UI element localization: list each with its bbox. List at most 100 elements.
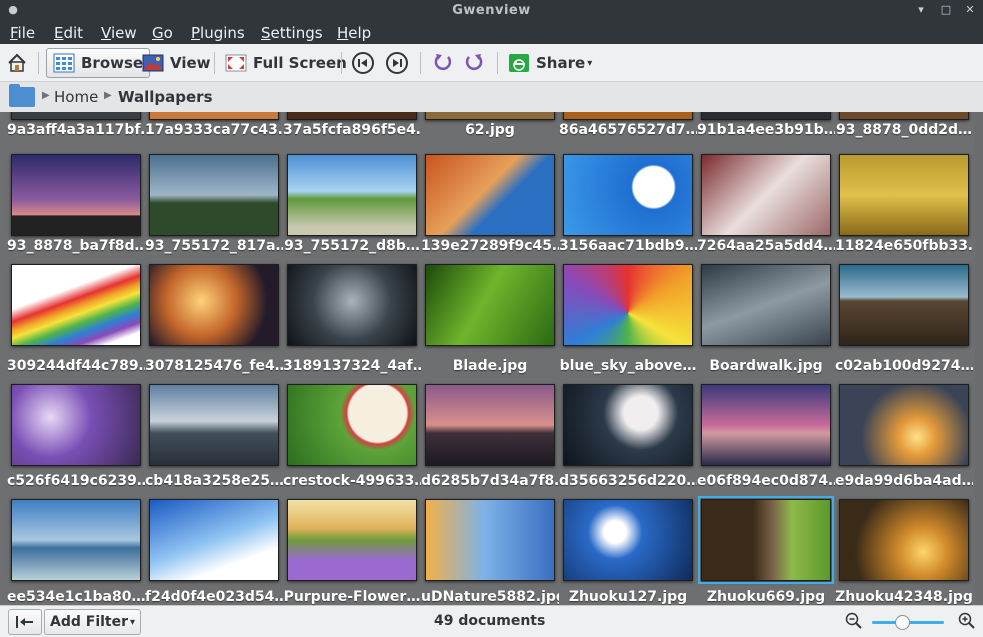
menu-go[interactable]: Go [152, 24, 173, 42]
thumbnail-caption[interactable]: blue_sky_above… [559, 358, 697, 376]
next-button[interactable] [386, 52, 408, 74]
thumbnail-caption[interactable]: cb418a3258e25… [145, 473, 283, 491]
maximize-icon[interactable]: □ [939, 3, 953, 17]
browse-label: Browse [81, 54, 144, 72]
thumbnail-image[interactable] [701, 384, 831, 466]
thumbnail-caption: 9a3aff4a3a117bf… [7, 122, 145, 138]
thumbnail-image[interactable] [11, 264, 141, 346]
breadcrumb-home[interactable]: Home [54, 88, 98, 106]
thumbnail-image[interactable] [11, 499, 141, 581]
thumbnail-caption[interactable]: 93_755172_817a… [145, 238, 283, 256]
thumbnail-caption: 91b1a4ee3b91b… [697, 122, 835, 138]
thumbnail-image[interactable] [698, 496, 834, 584]
zoom-slider-handle[interactable] [895, 615, 910, 630]
thumbnail-image[interactable] [425, 384, 555, 466]
share-button[interactable]: Share ▾ [508, 48, 592, 78]
thumbnail-caption[interactable]: 93_755172_d8b… [283, 238, 421, 256]
places-folder-icon[interactable] [9, 84, 35, 107]
thumbnail-image[interactable] [425, 264, 555, 346]
zoom-out-icon[interactable] [845, 612, 863, 630]
add-filter-button[interactable]: Add Filter ▾ [44, 609, 142, 635]
menu-edit[interactable]: Edit [54, 24, 83, 42]
browse-button[interactable]: Browse [46, 48, 151, 78]
thumbnail-caption[interactable]: c526f6419c6239… [7, 473, 145, 491]
thumbnail-image[interactable] [287, 154, 417, 236]
thumbnail-grid[interactable]: 9a3aff4a3a117bf… 17a9333ca77c43… 37a5fcfa8… [0, 112, 983, 605]
thumbnail-caption[interactable]: Zhuoku669.jpg [697, 589, 835, 605]
thumbnail-image[interactable] [149, 112, 279, 120]
thumbnail-caption[interactable]: Zhuoku127.jpg [559, 589, 697, 605]
view-button[interactable]: View [142, 48, 211, 78]
zoom-in-icon[interactable] [958, 612, 976, 630]
thumbnail-caption[interactable]: e06f894ec0d874… [697, 473, 835, 491]
thumbnail-caption[interactable]: uDNature5882.jpg [421, 589, 559, 605]
thumbnail-image[interactable] [839, 154, 969, 236]
thumbnail-image[interactable] [701, 264, 831, 346]
thumbnail-caption[interactable]: f24d0f4e023d54… [145, 589, 283, 605]
view-label: View [170, 54, 211, 72]
thumbnail-caption[interactable]: 309244df44c789… [7, 358, 145, 376]
thumbnail-caption[interactable]: 93_8878_ba7f8d… [7, 238, 145, 256]
thumbnail-image[interactable] [701, 154, 831, 236]
previous-button[interactable] [352, 52, 374, 74]
home-button[interactable] [6, 48, 28, 78]
rotate-right-icon [465, 54, 483, 71]
thumbnail-caption[interactable]: c02ab100d9274… [835, 358, 973, 376]
thumbnail-image[interactable] [701, 112, 831, 120]
thumbnail-image[interactable] [563, 264, 693, 346]
thumbnail-image[interactable] [149, 499, 279, 581]
thumbnail-caption[interactable]: crestock-499633… [283, 473, 421, 491]
thumbnail-image[interactable] [287, 112, 417, 120]
thumbnail-image[interactable] [425, 154, 555, 236]
thumbnail-caption[interactable]: 11824e650fbb33… [835, 238, 973, 256]
thumbnail-caption[interactable]: d35663256d220… [559, 473, 697, 491]
menu-bar: File Edit View Go Plugins Settings Help [0, 22, 983, 44]
menu-file[interactable]: File [10, 24, 35, 42]
rotate-left-button[interactable] [432, 48, 454, 78]
thumbnail-image[interactable] [149, 154, 279, 236]
thumbnail-caption[interactable]: 139e27289f9c45… [421, 238, 559, 256]
thumbnail-image[interactable] [149, 264, 279, 346]
thumbnail-caption[interactable]: Boardwalk.jpg [697, 358, 835, 376]
thumbnail-image[interactable] [287, 499, 417, 581]
menu-view[interactable]: View [101, 24, 137, 42]
thumbnail-caption[interactable]: d6285b7d34a7f8… [421, 473, 559, 491]
thumbnail-image[interactable] [839, 264, 969, 346]
thumbnail-caption[interactable]: ee534e1c1ba80… [7, 589, 145, 605]
thumbnail-image[interactable] [839, 384, 969, 466]
thumbnail-caption[interactable]: Blade.jpg [421, 358, 559, 376]
thumbnail-caption[interactable]: 3078125476_fe4… [145, 358, 283, 376]
fullscreen-button[interactable]: Full Screen [225, 48, 347, 78]
minimize-icon[interactable]: ▾ [914, 3, 928, 17]
menu-help[interactable]: Help [337, 24, 371, 42]
thumbnail-image[interactable] [563, 154, 693, 236]
close-icon[interactable]: ✕ [963, 3, 977, 17]
thumbnail-image[interactable] [149, 384, 279, 466]
thumbnail-image[interactable] [425, 499, 555, 581]
thumbnail-image[interactable] [287, 384, 417, 466]
grid-scrollbar[interactable] [975, 112, 983, 605]
thumbnail-image[interactable] [11, 384, 141, 466]
thumbnail-image[interactable] [563, 112, 693, 120]
thumbnail-image[interactable] [563, 499, 693, 581]
thumbnail-caption[interactable]: 3156aac71bdb9… [559, 238, 697, 256]
thumbnail-image[interactable] [287, 264, 417, 346]
thumbnail-image[interactable] [11, 154, 141, 236]
menu-settings[interactable]: Settings [261, 24, 323, 42]
thumbnail-image[interactable] [839, 112, 969, 120]
rotate-right-button[interactable] [463, 48, 485, 78]
thumbnail-image[interactable] [11, 112, 141, 120]
menu-plugins[interactable]: Plugins [191, 24, 245, 42]
thumbnail-caption[interactable]: Zhuoku42348.jpg [835, 589, 973, 605]
breadcrumb-current[interactable]: Wallpapers [118, 88, 213, 106]
thumbnail-image[interactable] [425, 112, 555, 120]
thumbnail-caption[interactable]: 7264aa25a5dd4… [697, 238, 835, 256]
thumbnail-caption[interactable]: Purpure-Flower… [283, 589, 421, 605]
thumbnail-image[interactable] [563, 384, 693, 466]
toolbar-separator [420, 52, 421, 74]
fullscreen-icon [225, 54, 247, 72]
toggle-sidebar-button[interactable] [8, 609, 42, 635]
thumbnail-caption[interactable]: 3189137324_4af… [283, 358, 421, 376]
thumbnail-image[interactable] [839, 499, 969, 581]
thumbnail-caption[interactable]: e9da99d6ba4ad… [835, 473, 973, 491]
